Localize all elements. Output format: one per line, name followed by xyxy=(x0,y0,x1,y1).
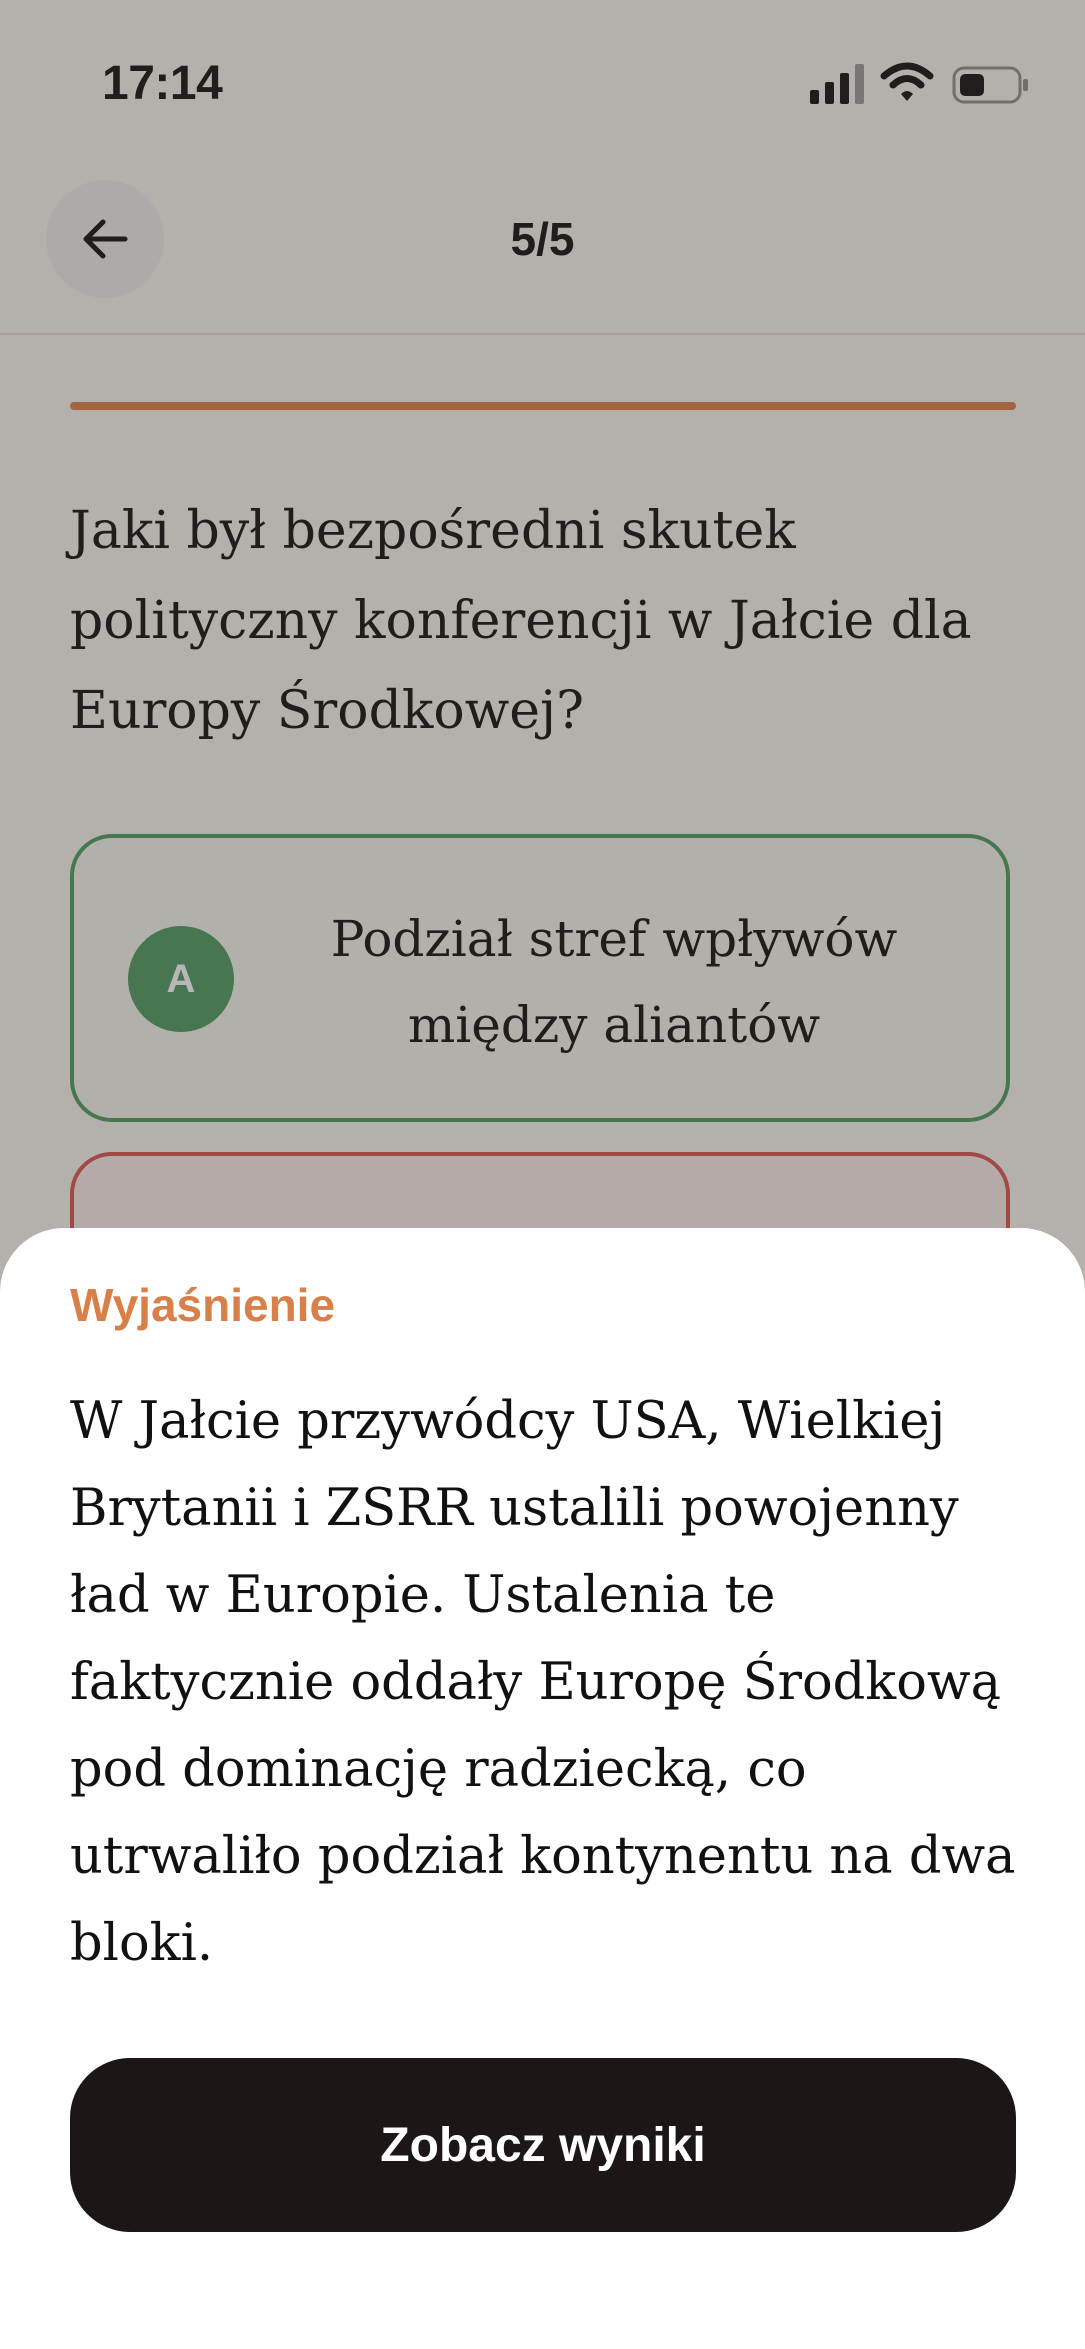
see-results-button[interactable]: Zobacz wyniki xyxy=(70,2058,1016,2232)
quiz-screen: 17:14 5/5 Jaki był bezpośredni skutek po… xyxy=(0,0,1085,2349)
explanation-sheet: Wyjaśnienie W Jałcie przywódcy USA, Wiel… xyxy=(0,1228,1085,2349)
explanation-title: Wyjaśnienie xyxy=(70,1279,336,1331)
explanation-body: W Jałcie przywódcy USA, Wielkiej Brytani… xyxy=(70,1392,1016,1973)
